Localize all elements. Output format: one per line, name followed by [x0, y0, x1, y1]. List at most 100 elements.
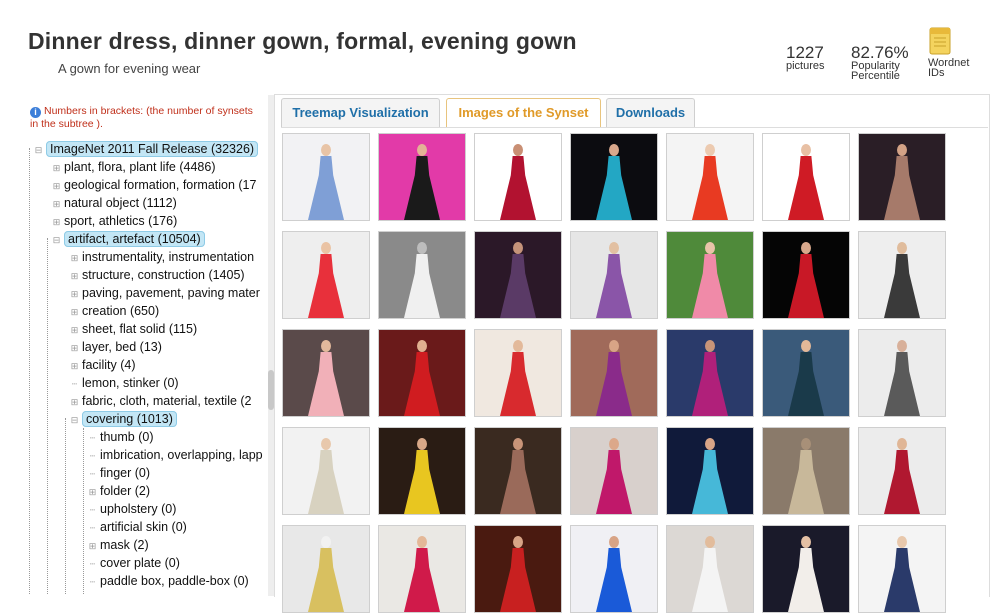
synset-image-thumbnail[interactable]	[666, 525, 754, 613]
synset-image-thumbnail[interactable]	[858, 133, 946, 221]
tree-node-label[interactable]: artifact, artefact (10504)	[64, 231, 205, 247]
tree-node[interactable]: ⊞ instrumentality, instrumentation	[70, 248, 254, 266]
tree-node[interactable]: ┄ finger (0)	[88, 464, 150, 482]
tree-node-label[interactable]: finger (0)	[100, 466, 150, 480]
expand-icon[interactable]: ⊞	[88, 537, 97, 555]
synset-image-thumbnail[interactable]	[570, 427, 658, 515]
expand-icon[interactable]: ⊞	[70, 393, 79, 411]
synset-image-thumbnail[interactable]	[570, 329, 658, 417]
tree-node[interactable]: ⊞ paving, pavement, paving mater	[70, 284, 260, 302]
tree-node[interactable]: ⊞ structure, construction (1405)	[70, 266, 245, 284]
synset-image-thumbnail[interactable]	[474, 329, 562, 417]
expand-icon[interactable]: ⊞	[52, 213, 61, 231]
tree-node-label[interactable]: folder (2)	[100, 484, 150, 498]
synset-image-thumbnail[interactable]	[474, 427, 562, 515]
expand-icon[interactable]: ⊞	[70, 339, 79, 357]
collapse-icon[interactable]: ⊟	[34, 141, 43, 159]
tree-node-label[interactable]: paddle box, paddle-box (0)	[100, 574, 249, 588]
tree-node-label[interactable]: covering (1013)	[82, 411, 177, 427]
tree-node-label[interactable]: upholstery (0)	[100, 502, 176, 516]
synset-image-thumbnail[interactable]	[762, 231, 850, 319]
synset-image-thumbnail[interactable]	[282, 427, 370, 515]
tree-node-label[interactable]: thumb (0)	[100, 430, 154, 444]
tree-node[interactable]: ⊞ mask (2)	[88, 536, 149, 554]
tree-node-label[interactable]: natural object (1112)	[64, 196, 177, 210]
tab-downloads[interactable]: Downloads	[606, 98, 695, 127]
tree-node[interactable]: ┄ upholstery (0)	[88, 500, 177, 518]
tree-node[interactable]: ┄ artificial skin (0)	[88, 518, 187, 536]
synset-image-thumbnail[interactable]	[474, 231, 562, 319]
synset-image-thumbnail[interactable]	[282, 133, 370, 221]
synset-image-thumbnail[interactable]	[762, 329, 850, 417]
tab-images-of-the-synset[interactable]: Images of the Synset	[446, 98, 601, 127]
tree-node-label[interactable]: layer, bed (13)	[82, 340, 162, 354]
wordnet-ids-link[interactable]: Wordnet IDs	[928, 26, 988, 79]
synset-image-thumbnail[interactable]	[570, 525, 658, 613]
synset-image-thumbnail[interactable]	[474, 525, 562, 613]
tree-node[interactable]: ⊞ geological formation, formation (17	[52, 176, 257, 195]
synset-image-thumbnail[interactable]	[858, 329, 946, 417]
tree-node[interactable]: ⊞ natural object (1112)	[52, 194, 177, 212]
tree-node-label[interactable]: structure, construction (1405)	[82, 268, 245, 282]
tree-node[interactable]: ⊞ creation (650)	[70, 302, 159, 320]
synset-image-thumbnail[interactable]	[858, 427, 946, 515]
tree-node-label[interactable]: creation (650)	[82, 304, 159, 318]
tree-node[interactable]: ⊟ artifact, artefact (10504)	[52, 230, 205, 248]
tree-node[interactable]: ⊞ fabric, cloth, material, textile (2	[70, 392, 252, 410]
tree-node[interactable]: ┄ paddle box, paddle-box (0)	[88, 572, 249, 590]
synset-image-thumbnail[interactable]	[762, 525, 850, 613]
synset-image-thumbnail[interactable]	[282, 525, 370, 613]
synset-image-thumbnail[interactable]	[858, 231, 946, 319]
synset-image-thumbnail[interactable]	[666, 329, 754, 417]
expand-icon[interactable]: ⊞	[70, 321, 79, 339]
expand-icon[interactable]: ⊞	[70, 249, 79, 267]
tree-node-label[interactable]: artificial skin (0)	[100, 520, 187, 534]
expand-icon[interactable]: ⊞	[88, 483, 97, 501]
expand-icon[interactable]: ⊞	[52, 177, 61, 195]
tree-node[interactable]: ⊞ sheet, flat solid (115)	[70, 320, 197, 338]
tree-node-label[interactable]: ImageNet 2011 Fall Release (32326)	[46, 141, 259, 157]
tab-treemap-visualization[interactable]: Treemap Visualization	[281, 98, 440, 127]
synset-image-thumbnail[interactable]	[858, 525, 946, 613]
expand-icon[interactable]: ⊞	[70, 267, 79, 285]
tree-node-label[interactable]: cover plate (0)	[100, 556, 180, 570]
tree-node[interactable]: ⊞ facility (4)	[70, 356, 136, 375]
tree-node-label[interactable]: geological formation, formation (17	[64, 178, 256, 192]
synset-image-thumbnail[interactable]	[378, 133, 466, 221]
tree-node[interactable]: ⊞ layer, bed (13)	[70, 338, 162, 356]
tree-node-label[interactable]: plant, flora, plant life (4486)	[64, 160, 215, 174]
collapse-icon[interactable]: ⊟	[52, 231, 61, 249]
synset-image-thumbnail[interactable]	[570, 231, 658, 319]
synset-image-thumbnail[interactable]	[378, 231, 466, 319]
tree-node-label[interactable]: fabric, cloth, material, textile (2	[82, 394, 252, 408]
tree-node-label[interactable]: paving, pavement, paving mater	[82, 286, 260, 300]
tree-node-label[interactable]: instrumentality, instrumentation	[82, 250, 254, 264]
tree-node[interactable]: ⊟ ImageNet 2011 Fall Release (32326)	[34, 140, 259, 159]
synset-image-thumbnail[interactable]	[282, 329, 370, 417]
synset-image-thumbnail[interactable]	[474, 133, 562, 221]
tree-node[interactable]: ┄ cover plate (0)	[88, 554, 180, 572]
tree-node-label[interactable]: sport, athletics (176)	[64, 214, 177, 228]
expand-icon[interactable]: ⊞	[70, 303, 79, 321]
synset-image-thumbnail[interactable]	[666, 133, 754, 221]
synset-image-thumbnail[interactable]	[762, 133, 850, 221]
collapse-icon[interactable]: ⊟	[70, 411, 79, 429]
expand-icon[interactable]: ⊞	[70, 357, 79, 375]
synset-image-thumbnail[interactable]	[762, 427, 850, 515]
tree-node[interactable]: ⊞ folder (2)	[88, 482, 150, 500]
synset-image-thumbnail[interactable]	[666, 427, 754, 515]
synset-image-thumbnail[interactable]	[282, 231, 370, 319]
synset-image-thumbnail[interactable]	[570, 133, 658, 221]
tree-node-label[interactable]: imbrication, overlapping, lapp	[100, 448, 263, 462]
tree-node-label[interactable]: lemon, stinker (0)	[82, 376, 179, 390]
tree-node[interactable]: ⊞ plant, flora, plant life (4486)	[52, 158, 216, 177]
tree-node[interactable]: ⊞ sport, athletics (176)	[52, 212, 178, 231]
synset-image-thumbnail[interactable]	[378, 525, 466, 613]
tree-node[interactable]: ┄ thumb (0)	[88, 428, 154, 446]
tree-node[interactable]: ⊟ covering (1013)	[70, 410, 177, 428]
expand-icon[interactable]: ⊞	[52, 195, 61, 213]
tree-node-label[interactable]: facility (4)	[82, 358, 135, 372]
tree-node[interactable]: ┄ lemon, stinker (0)	[70, 374, 179, 392]
expand-icon[interactable]: ⊞	[52, 159, 61, 177]
synset-image-thumbnail[interactable]	[378, 329, 466, 417]
